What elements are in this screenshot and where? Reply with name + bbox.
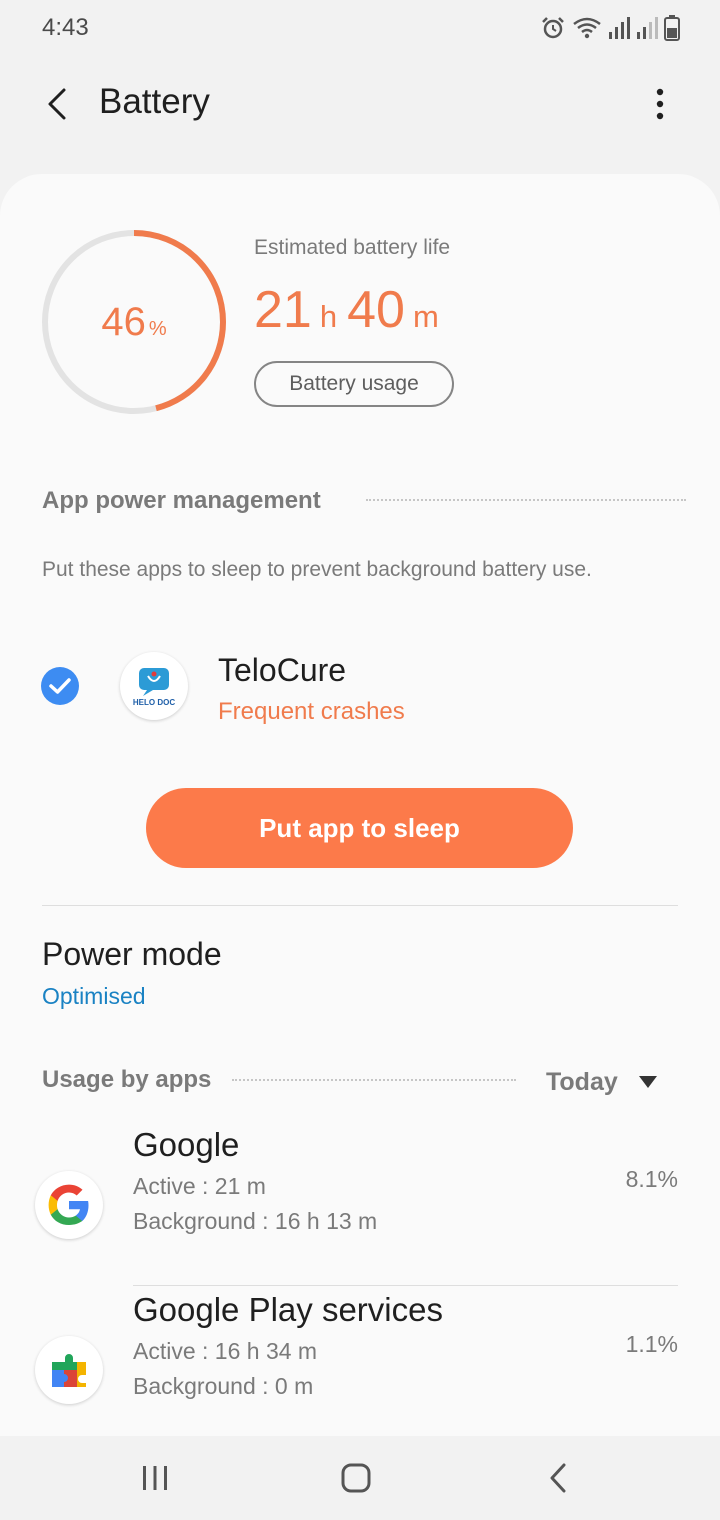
- period-dropdown-value: Today: [546, 1067, 618, 1096]
- usage-app-percent: 8.1%: [625, 1166, 678, 1192]
- battery-icon: [664, 15, 680, 41]
- usage-app-active: Active : 16 h 34 m: [133, 1338, 318, 1364]
- app-bar: Battery: [0, 62, 720, 146]
- telocure-app-name: TeloCure: [218, 652, 347, 688]
- battery-level-ring: 46 %: [36, 224, 232, 420]
- usage-app-name: Google: [133, 1126, 240, 1163]
- usage-app-row-google-play-services[interactable]: Google Play services Active : 16 h 34 m …: [0, 1291, 720, 1436]
- section-divider-dots: [366, 499, 686, 501]
- alarm-icon: [542, 17, 564, 39]
- dropdown-arrow-icon: [638, 1076, 657, 1088]
- status-bar: 4:43: [0, 0, 720, 56]
- google-play-services-icon: [35, 1336, 103, 1404]
- app-power-management-heading: App power management: [42, 487, 321, 514]
- back-nav-button[interactable]: [528, 1454, 588, 1502]
- google-icon: [35, 1171, 103, 1239]
- battery-usage-button[interactable]: Battery usage: [254, 361, 454, 407]
- estimated-minutes: 40: [347, 281, 405, 339]
- page-title: Battery: [99, 82, 210, 121]
- battery-percentage-unit: %: [148, 317, 167, 340]
- back-arrow-icon: [48, 88, 66, 120]
- more-options-button[interactable]: [634, 78, 686, 130]
- period-dropdown[interactable]: Today: [546, 1064, 658, 1100]
- usage-app-row-google[interactable]: Google Active : 21 m Background : 16 h 1…: [0, 1126, 720, 1279]
- power-mode-value: Optimised: [42, 983, 146, 1009]
- telocure-icon-text: HELO DOC: [133, 698, 175, 707]
- back-button[interactable]: [30, 78, 82, 130]
- usage-app-background: Background : 0 m: [133, 1373, 314, 1399]
- usage-app-active: Active : 21 m: [133, 1173, 266, 1199]
- check-icon: [49, 678, 71, 694]
- navigation-bar: [0, 1436, 720, 1520]
- estimated-battery-time: 21 h 40 m: [254, 280, 449, 340]
- usage-app-name: Google Play services: [133, 1291, 443, 1328]
- telocure-app-status: Frequent crashes: [218, 698, 405, 725]
- telocure-checkbox[interactable]: [41, 667, 79, 705]
- back-icon: [550, 1463, 566, 1493]
- power-mode-title: Power mode: [42, 936, 222, 972]
- status-time: 4:43: [42, 14, 89, 41]
- section-divider-dots: [232, 1079, 516, 1081]
- usage-app-background: Background : 16 h 13 m: [133, 1208, 378, 1234]
- put-app-to-sleep-button[interactable]: Put app to sleep: [146, 788, 573, 868]
- minutes-unit: m: [412, 299, 439, 334]
- battery-percentage-value: 46: [101, 299, 146, 344]
- usage-app-percent: 1.1%: [625, 1331, 678, 1357]
- more-vertical-icon: [656, 88, 664, 120]
- app-power-description: Put these apps to sleep to prevent backg…: [42, 558, 592, 581]
- recent-apps-icon: [143, 1466, 167, 1490]
- list-divider: [133, 1285, 678, 1286]
- hours-unit: h: [319, 299, 338, 334]
- home-icon: [341, 1463, 371, 1493]
- home-button[interactable]: [326, 1454, 386, 1502]
- usage-by-apps-heading: Usage by apps: [42, 1066, 212, 1093]
- wifi-icon: [573, 17, 601, 39]
- battery-percentage: 46 %: [36, 224, 232, 420]
- section-divider: [42, 905, 678, 906]
- battery-card: 46 % Estimated battery life 21 h 40 m Ba…: [0, 174, 720, 1436]
- signal-icon: [637, 17, 658, 39]
- signal-icon: [609, 17, 630, 39]
- estimated-battery-label: Estimated battery life: [254, 236, 451, 259]
- recent-apps-button[interactable]: [125, 1454, 185, 1502]
- estimated-hours: 21: [254, 281, 312, 339]
- telocure-app-icon: HELO DOC: [120, 652, 188, 720]
- status-icons: [540, 14, 680, 42]
